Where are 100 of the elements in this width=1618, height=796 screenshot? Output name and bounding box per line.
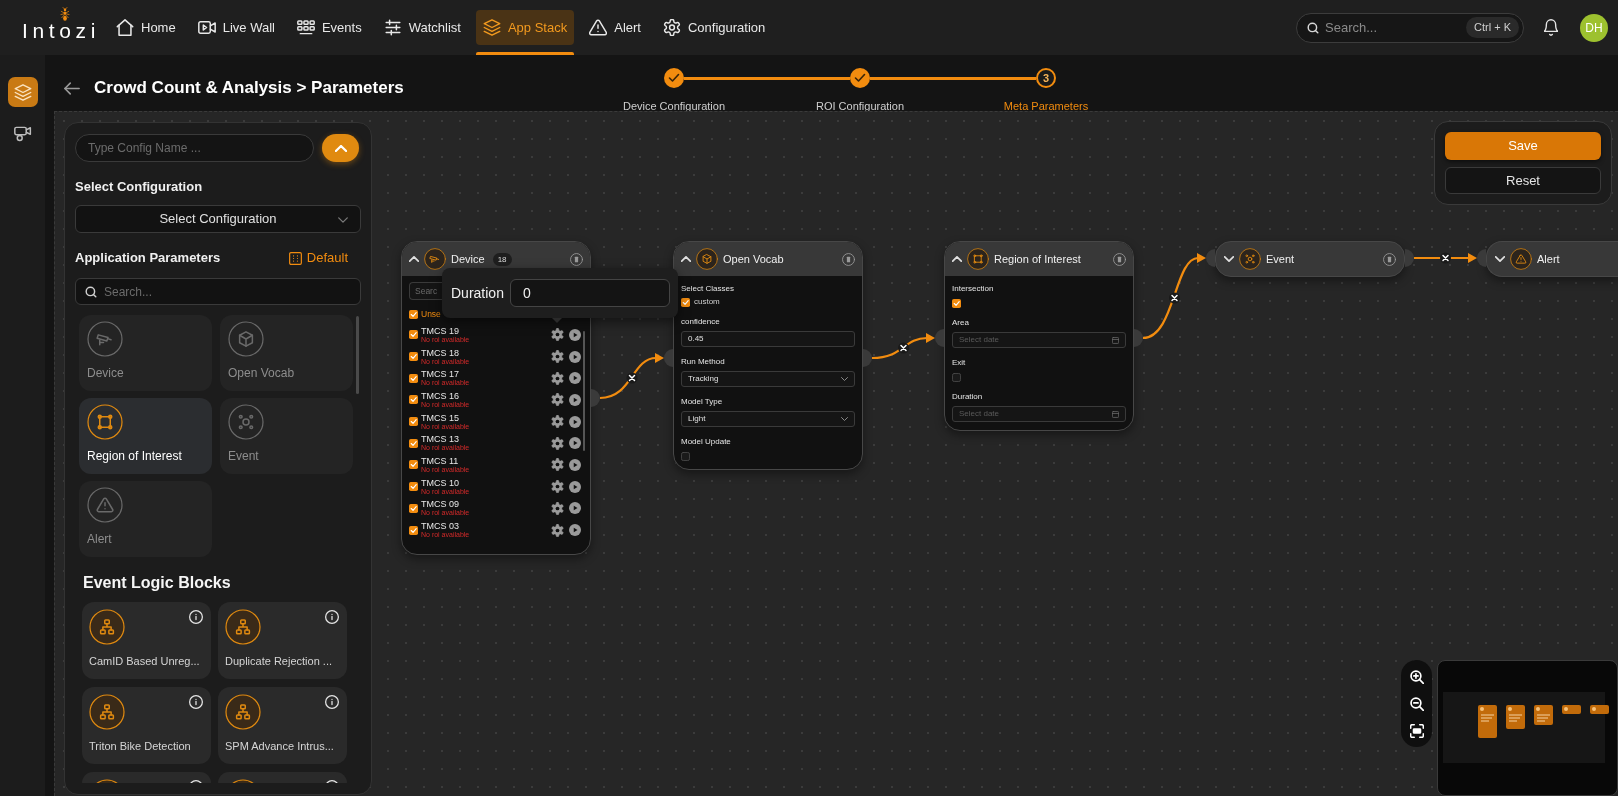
play-icon[interactable]: [569, 393, 581, 406]
gear-icon[interactable]: [551, 371, 564, 385]
checkbox[interactable]: [952, 373, 961, 382]
select-field[interactable]: Light: [681, 411, 855, 427]
parameter-block[interactable]: Device: [79, 315, 212, 391]
nav-tab[interactable]: Watchlist: [376, 10, 468, 45]
play-icon[interactable]: [569, 502, 581, 515]
play-icon[interactable]: [569, 437, 581, 450]
checkbox[interactable]: [409, 438, 418, 448]
bell-icon[interactable]: [1544, 19, 1558, 36]
connection-handle[interactable]: [1206, 249, 1215, 267]
play-icon[interactable]: [569, 350, 581, 363]
trash-icon[interactable]: [1113, 252, 1126, 266]
chevron-up-icon[interactable]: [952, 256, 962, 262]
connection-handle[interactable]: [664, 349, 673, 367]
trash-icon[interactable]: [1383, 252, 1396, 266]
chevron-up-icon[interactable]: [409, 256, 419, 262]
checkbox[interactable]: [409, 503, 418, 513]
logic-block[interactable]: Triton Bike Detection: [82, 687, 211, 764]
gear-icon[interactable]: [551, 350, 564, 364]
checkbox[interactable]: [409, 395, 418, 405]
reset-button[interactable]: Reset: [1445, 167, 1601, 194]
chevron-down-icon[interactable]: [1495, 256, 1505, 262]
step-label: Device Configuration: [622, 100, 726, 113]
play-icon[interactable]: [569, 328, 581, 341]
parameter-block[interactable]: Open Vocab: [220, 315, 353, 391]
minimap[interactable]: [1437, 660, 1618, 796]
device-search-field[interactable]: Searc: [409, 282, 442, 300]
nav-tab[interactable]: Events: [289, 10, 369, 45]
sidebar-button[interactable]: [7, 77, 38, 107]
connection-handle[interactable]: [935, 329, 944, 347]
info-icon[interactable]: [189, 610, 203, 624]
gear-icon[interactable]: [551, 393, 564, 407]
gear-icon[interactable]: [551, 415, 564, 429]
checkbox[interactable]: [409, 482, 418, 492]
duration-field[interactable]: 0: [509, 279, 670, 307]
minimap-node: [1534, 705, 1553, 725]
logic-block[interactable]: SPM Advance Intrus...: [218, 687, 347, 764]
select-field[interactable]: Tracking: [681, 371, 855, 387]
section-label: Application Parameters: [75, 250, 221, 266]
connection-handle[interactable]: [1477, 249, 1486, 267]
parameter-block[interactable]: Alert: [79, 481, 212, 557]
scrollbar-thumb[interactable]: [583, 331, 585, 451]
checkbox[interactable]: [409, 460, 418, 470]
checkbox[interactable]: [409, 330, 418, 340]
play-icon[interactable]: [569, 458, 581, 471]
device-name: TMCS 13: [421, 434, 460, 445]
chevron-down-icon[interactable]: [1224, 256, 1234, 262]
parameter-block[interactable]: Event: [220, 398, 353, 474]
parameter-block[interactable]: Region of Interest: [79, 398, 212, 474]
play-icon[interactable]: [569, 415, 581, 428]
checkbox[interactable]: [409, 309, 418, 319]
logic-block[interactable]: Duplicate Rejection ...: [218, 602, 347, 679]
zoom-in-icon[interactable]: [1409, 669, 1424, 684]
checkbox[interactable]: [681, 452, 690, 461]
gear-icon[interactable]: [551, 436, 564, 450]
parameter-search-field[interactable]: Search...: [75, 278, 361, 305]
gear-icon[interactable]: [551, 328, 564, 342]
play-icon[interactable]: [569, 480, 581, 493]
gear-icon[interactable]: [551, 523, 564, 537]
config-name-field[interactable]: Type Config Name ...: [75, 134, 314, 162]
nav-tab[interactable]: Alert: [582, 10, 648, 45]
scrollbar-thumb[interactable]: [356, 316, 359, 394]
checkbox[interactable]: [952, 299, 961, 308]
gear-icon[interactable]: [551, 458, 564, 472]
checkbox[interactable]: [681, 297, 690, 307]
fit-view-icon[interactable]: [1409, 723, 1424, 738]
logic-block[interactable]: [218, 772, 347, 783]
checkbox[interactable]: [409, 417, 418, 427]
checkbox[interactable]: [409, 373, 418, 383]
play-icon[interactable]: [569, 372, 581, 385]
trash-icon[interactable]: [570, 252, 583, 266]
logic-block[interactable]: CamID Based Unreg...: [82, 602, 211, 679]
default-button[interactable]: Default: [288, 248, 348, 268]
connection-handle[interactable]: [591, 389, 600, 407]
info-icon[interactable]: [325, 695, 339, 709]
device-name: TMCS 10: [421, 477, 460, 488]
nav-tab[interactable]: Home: [109, 10, 183, 45]
trash-icon[interactable]: [842, 252, 855, 266]
chevron-up-icon[interactable]: [681, 256, 691, 262]
info-icon[interactable]: [189, 695, 203, 709]
connection-handle[interactable]: [863, 349, 872, 367]
nav-tab[interactable]: App Stack: [475, 10, 575, 45]
info-icon[interactable]: [325, 610, 339, 624]
logic-block[interactable]: [82, 772, 211, 783]
nav-tab[interactable]: Live Wall: [190, 10, 282, 45]
checkbox[interactable]: [409, 352, 418, 362]
configuration-dropdown[interactable]: Select Configuration: [75, 205, 361, 233]
gear-icon[interactable]: [551, 480, 564, 494]
play-icon[interactable]: [569, 524, 581, 537]
gear-icon[interactable]: [551, 501, 564, 515]
collapse-button[interactable]: [322, 134, 359, 162]
checkbox[interactable]: [409, 525, 418, 535]
nav-tab[interactable]: Configuration: [655, 10, 773, 45]
text-field[interactable]: 0.45: [681, 331, 855, 347]
zoom-out-icon[interactable]: [1409, 696, 1424, 711]
calendar-icon: [1112, 410, 1119, 418]
connection-handle[interactable]: [1405, 249, 1414, 267]
connection-handle[interactable]: [1134, 329, 1143, 347]
back-arrow-icon[interactable]: [64, 81, 80, 95]
